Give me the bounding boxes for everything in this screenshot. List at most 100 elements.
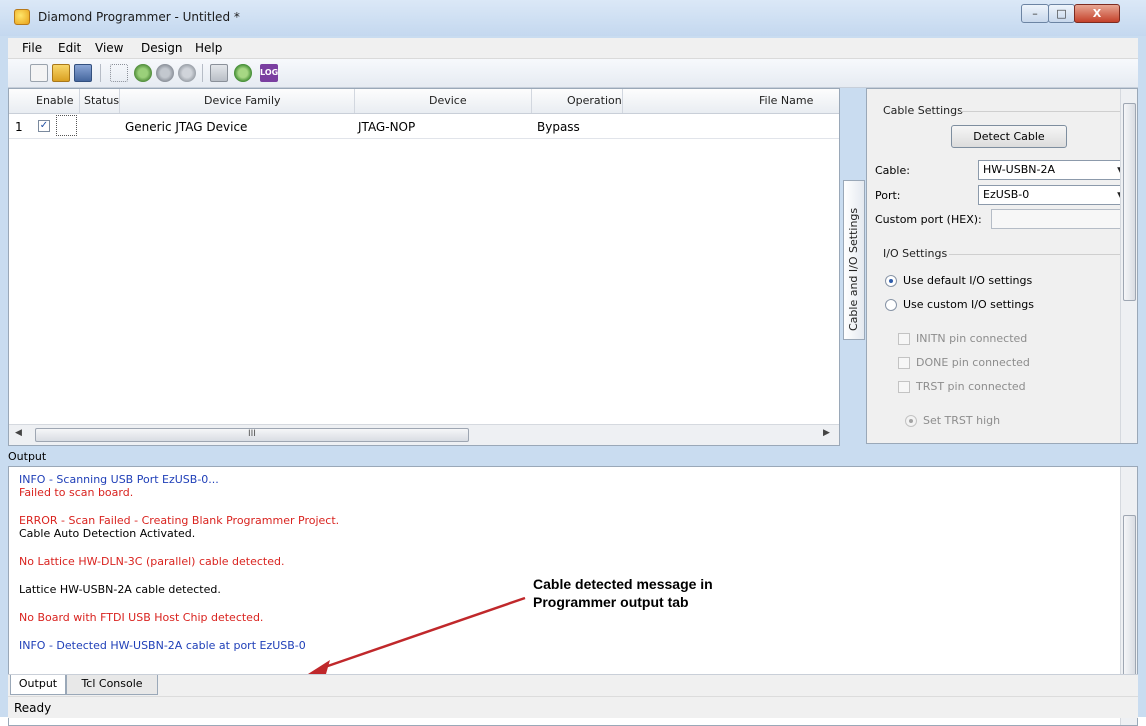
device-family-cell[interactable]: Generic JTAG Device <box>125 120 247 134</box>
cable-io-settings-tab-label: Cable and I/O Settings <box>847 207 860 331</box>
close-button[interactable]: X <box>1074 4 1120 23</box>
trst-high-radio[interactable] <box>905 415 917 427</box>
annotation-line: Cable detected message in <box>533 576 713 592</box>
settings-vertical-scrollbar[interactable] <box>1120 89 1137 443</box>
minimize-button[interactable]: – <box>1021 4 1049 23</box>
trst-label: TRST pin connected <box>916 380 1026 393</box>
cable-io-settings-tab[interactable]: Cable and I/O Settings <box>843 180 865 340</box>
scroll-left-icon[interactable]: ◀ <box>15 428 22 438</box>
cable-settings-title: Cable Settings <box>883 104 963 117</box>
column-divider <box>354 89 355 113</box>
toolbar-separator <box>100 64 101 82</box>
device-grid: Enable Status Device Family Device Opera… <box>8 88 840 446</box>
col-operation[interactable]: Operation <box>567 94 622 107</box>
cable-settings-pane: Cable Settings Detect Cable Cable: HW-US… <box>866 88 1138 444</box>
window-title: Diamond Programmer - Untitled * <box>38 10 240 24</box>
operation-cell[interactable]: Bypass <box>537 120 580 134</box>
log-line: Failed to scan board. <box>19 486 134 499</box>
log-line: INFO - Scanning USB Port EzUSB-0... <box>19 473 219 486</box>
initn-label: INITN pin connected <box>916 332 1028 345</box>
scroll-thumb[interactable] <box>1123 103 1136 301</box>
column-divider <box>119 89 120 113</box>
custom-io-label[interactable]: Use custom I/O settings <box>903 298 1034 311</box>
menu-help[interactable]: Help <box>195 41 222 55</box>
trst-checkbox[interactable] <box>898 381 910 393</box>
done-checkbox[interactable] <box>898 357 910 369</box>
annotation-line: Programmer output tab <box>533 594 689 610</box>
port-select-value: EzUSB-0 <box>983 188 1030 201</box>
toolbar: LOG <box>8 59 1138 88</box>
tab-tcl-console[interactable]: Tcl Console <box>66 675 158 695</box>
grid-header: Enable Status Device Family Device Opera… <box>9 89 839 114</box>
col-file-name[interactable]: File Name <box>759 94 813 107</box>
scroll-thumb[interactable] <box>1123 515 1136 681</box>
settings-gear-icon[interactable] <box>178 64 196 82</box>
download-icon[interactable] <box>234 64 252 82</box>
default-io-radio[interactable] <box>885 275 897 287</box>
new-project-icon[interactable] <box>30 64 48 82</box>
log-icon[interactable]: LOG <box>260 64 278 82</box>
detect-cable-button[interactable]: Detect Cable <box>951 125 1067 148</box>
column-divider <box>531 89 532 113</box>
column-divider <box>622 89 623 113</box>
custom-port-label: Custom port (HEX): <box>875 213 982 226</box>
custom-port-input[interactable] <box>991 209 1129 229</box>
menu-file[interactable]: File <box>22 41 42 55</box>
table-row[interactable]: 1 ✓ Generic JTAG Device JTAG-NOP Bypass <box>9 113 839 139</box>
cable-label: Cable: <box>875 164 910 177</box>
title-bar: Diamond Programmer - Untitled * – □ X <box>0 0 1146 36</box>
menu-bar: File Edit View Design Help <box>8 38 1138 59</box>
group-divider <box>961 111 1121 112</box>
log-line: No Board with FTDI USB Host Chip detecte… <box>19 611 264 624</box>
menu-edit[interactable]: Edit <box>58 41 81 55</box>
col-device-family[interactable]: Device Family <box>204 94 281 107</box>
app-window: Diamond Programmer - Untitled * – □ X Fi… <box>0 0 1146 726</box>
initn-checkbox[interactable] <box>898 333 910 345</box>
port-select[interactable]: EzUSB-0 ▼ <box>978 185 1130 205</box>
log-line: INFO - Detected HW-USBN-2A cable at port… <box>19 639 306 652</box>
save-icon[interactable] <box>74 64 92 82</box>
custom-io-radio[interactable] <box>885 299 897 311</box>
bottom-tab-bar: Output Tcl Console <box>8 674 1138 696</box>
io-settings-title: I/O Settings <box>883 247 948 260</box>
tab-output[interactable]: Output <box>10 675 66 695</box>
grid-horizontal-scrollbar[interactable]: ◀ III ▶ <box>9 424 839 445</box>
device-properties-icon[interactable] <box>210 64 228 82</box>
open-project-icon[interactable] <box>52 64 70 82</box>
status-cell[interactable] <box>56 115 77 136</box>
annotation-callout: Cable detected message in Programmer out… <box>533 575 713 611</box>
status-text: Ready <box>14 701 52 715</box>
log-line: No Lattice HW-DLN-3C (parallel) cable de… <box>19 555 285 568</box>
maximize-button[interactable]: □ <box>1048 4 1075 23</box>
log-line: Lattice HW-USBN-2A cable detected. <box>19 583 221 596</box>
done-label: DONE pin connected <box>916 356 1030 369</box>
cable-select[interactable]: HW-USBN-2A ▼ <box>978 160 1130 180</box>
default-io-label[interactable]: Use default I/O settings <box>903 274 1032 287</box>
scroll-grip-icon: III <box>248 429 256 439</box>
col-status[interactable]: Status <box>84 94 119 107</box>
diamond-app-icon <box>14 9 30 25</box>
log-line: Cable Auto Detection Activated. <box>19 527 196 540</box>
enable-checkbox[interactable]: ✓ <box>38 120 50 132</box>
menu-view[interactable]: View <box>95 41 123 55</box>
row-index: 1 <box>15 120 23 134</box>
scan-chain-icon[interactable] <box>110 64 128 82</box>
col-device[interactable]: Device <box>429 94 467 107</box>
status-bar: Ready <box>8 696 1138 718</box>
cable-select-value: HW-USBN-2A <box>983 163 1055 176</box>
scroll-thumb[interactable]: III <box>35 428 469 442</box>
output-pane-title: Output <box>8 450 47 463</box>
col-enable[interactable]: Enable <box>36 94 73 107</box>
program-device-icon[interactable] <box>134 64 152 82</box>
device-cell[interactable]: JTAG-NOP <box>358 120 415 134</box>
scroll-right-icon[interactable]: ▶ <box>823 428 830 438</box>
log-line: ERROR - Scan Failed - Creating Blank Pro… <box>19 514 340 527</box>
port-label: Port: <box>875 189 901 202</box>
annotation-arrow <box>308 596 526 674</box>
trst-high-label: Set TRST high <box>923 414 1001 427</box>
menu-design[interactable]: Design <box>141 41 182 55</box>
operation-icon[interactable] <box>156 64 174 82</box>
toolbar-separator <box>202 64 203 82</box>
column-divider <box>79 89 80 113</box>
group-divider <box>949 254 1121 255</box>
